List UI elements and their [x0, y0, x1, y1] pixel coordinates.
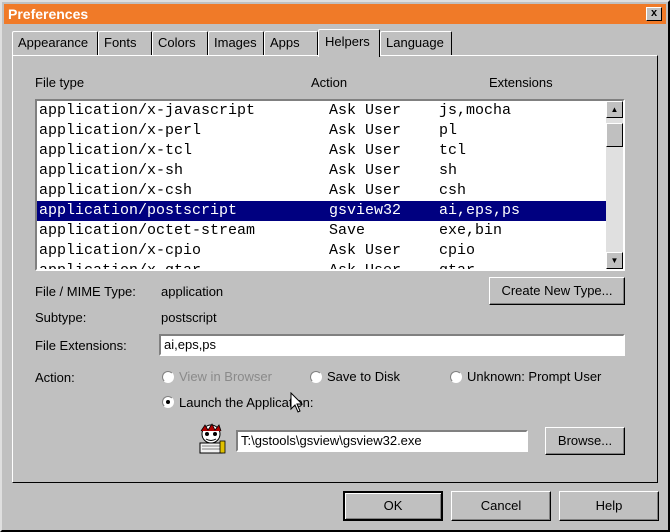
tab-apps[interactable]: Apps	[264, 31, 318, 55]
subtype-label: Subtype:	[35, 310, 87, 325]
tab-appearance[interactable]: Appearance	[12, 31, 98, 55]
file-extensions-label: File Extensions:	[35, 338, 127, 353]
column-header-action: Action	[311, 75, 348, 90]
browse-button[interactable]: Browse...	[545, 427, 625, 455]
scroll-up-icon[interactable]: ▲	[606, 101, 623, 118]
list-item-extensions: csh	[439, 182, 467, 199]
list-item-type: application/x-tcl	[39, 142, 193, 159]
file-type-list-rows: application/x-javascript Ask User js,moc…	[37, 101, 607, 269]
scroll-down-icon[interactable]: ▼	[606, 252, 623, 269]
list-item-type: application/x-sh	[39, 162, 184, 179]
list-item-action: Save	[329, 222, 366, 239]
list-item-selected[interactable]: application/postscript gsview32 ai,eps,p…	[37, 201, 607, 221]
list-item-type: application/x-csh	[39, 182, 193, 199]
list-item-type: application/x-javascript	[39, 102, 256, 119]
list-item-type: application/postscript	[39, 202, 238, 219]
list-item-extensions: sh	[439, 162, 458, 179]
gsview-app-icon	[199, 423, 226, 454]
list-item[interactable]: application/x-sh Ask User sh	[37, 161, 607, 181]
subtype-value: postscript	[161, 310, 217, 325]
list-item-action: Ask User	[329, 242, 402, 259]
list-item-type: application/x-perl	[39, 122, 202, 139]
ok-button[interactable]: OK	[343, 491, 443, 521]
list-item-action: Ask User	[329, 122, 402, 139]
file-type-list[interactable]: application/x-javascript Ask User js,moc…	[35, 99, 625, 271]
list-scrollbar[interactable]: ▲ ▼	[606, 101, 623, 269]
save-to-disk-radio[interactable]	[310, 371, 322, 383]
tab-language[interactable]: Language	[380, 31, 452, 55]
list-item-type: application/x-gtar	[39, 261, 201, 269]
scroll-thumb[interactable]	[606, 123, 623, 147]
list-item-extensions: exe,bin	[439, 222, 503, 239]
action-label: Action:	[35, 370, 75, 385]
mouse-cursor-icon	[290, 392, 304, 413]
view-in-browser-label: View in Browser	[179, 369, 272, 384]
unknown-prompt-user-label: Unknown: Prompt User	[467, 369, 602, 384]
application-path-field[interactable]: T:\gstools\gsview\gsview32.exe	[236, 430, 528, 452]
list-item[interactable]: application/octet-stream Save exe,bin	[37, 221, 607, 241]
window-title: Preferences	[8, 6, 89, 22]
tab-images[interactable]: Images	[208, 31, 264, 55]
close-button[interactable]: x	[646, 7, 662, 21]
column-header-file-type: File type	[35, 75, 85, 90]
list-item-extensions: ai,eps,ps	[439, 202, 521, 219]
list-item-extensions: js,mocha	[439, 102, 512, 119]
list-item[interactable]: application/x-tcl Ask User tcl	[37, 141, 607, 161]
launch-application-radio[interactable]	[162, 396, 174, 408]
mime-type-value: application	[161, 284, 224, 299]
tab-fonts[interactable]: Fonts	[98, 31, 152, 55]
list-item-action: Ask User	[329, 261, 401, 269]
save-to-disk-label: Save to Disk	[327, 369, 400, 384]
column-header-extensions: Extensions	[489, 75, 553, 90]
tab-helpers[interactable]: Helpers	[318, 29, 380, 57]
list-item[interactable]: application/x-gtar Ask User gtar	[37, 261, 607, 269]
list-item[interactable]: application/x-javascript Ask User js,moc…	[37, 101, 607, 121]
list-item-action: gsview32	[329, 202, 402, 219]
file-extensions-field[interactable]: ai,eps,ps	[159, 334, 625, 356]
create-new-type-button[interactable]: Create New Type...	[489, 277, 625, 305]
list-item-action: Ask User	[329, 182, 402, 199]
mime-type-label: File / MIME Type:	[35, 284, 136, 299]
list-item-extensions: gtar	[439, 261, 475, 269]
list-item-extensions: tcl	[439, 142, 467, 159]
list-item-extensions: pl	[439, 122, 458, 139]
list-item-action: Ask User	[329, 162, 402, 179]
view-in-browser-radio[interactable]	[162, 371, 174, 383]
tab-colors[interactable]: Colors	[152, 31, 208, 55]
cancel-button[interactable]: Cancel	[451, 491, 551, 521]
list-item-type: application/octet-stream	[39, 222, 256, 239]
list-item-action: Ask User	[329, 142, 402, 159]
list-item[interactable]: application/x-perl Ask User pl	[37, 121, 607, 141]
list-item[interactable]: application/x-cpio Ask User cpio	[37, 241, 607, 261]
list-item-type: application/x-cpio	[39, 242, 202, 259]
help-button[interactable]: Help	[559, 491, 659, 521]
unknown-prompt-user-radio[interactable]	[450, 371, 462, 383]
list-item-action: Ask User	[329, 102, 402, 119]
list-item-extensions: cpio	[439, 242, 476, 259]
title-bar: Preferences x	[4, 4, 666, 24]
list-item[interactable]: application/x-csh Ask User csh	[37, 181, 607, 201]
